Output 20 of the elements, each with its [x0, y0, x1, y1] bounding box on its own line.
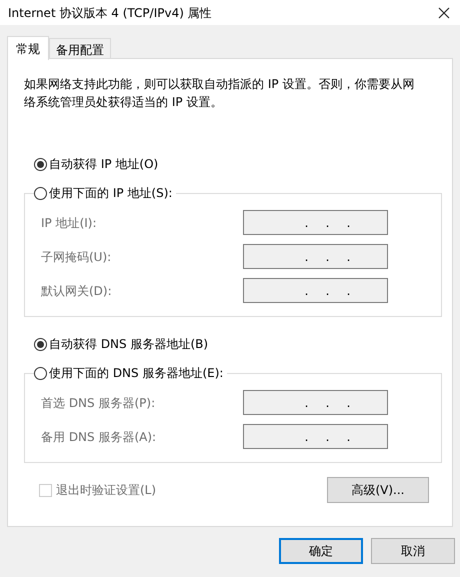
field-label: 默认网关(D):	[41, 282, 113, 300]
radio-icon[interactable]	[34, 338, 47, 350]
radio-icon[interactable]	[34, 186, 47, 200]
tab[interactable]: 常规	[7, 36, 49, 60]
radio-icon[interactable]	[34, 158, 47, 170]
advanced-button[interactable]: 高级(V)...	[327, 477, 429, 503]
window-title: Internet 协议版本 4 (TCP/IPv4) 属性	[8, 4, 212, 22]
dialog-button[interactable]: 取消	[371, 538, 455, 564]
radio-icon[interactable]	[34, 366, 47, 380]
field-label: 备用 DNS 服务器(A):	[41, 428, 158, 446]
checkbox: 退出时验证设置(L)	[39, 481, 156, 499]
radio-button[interactable]: 使用下面的 DNS 服务器地址(E):	[34, 364, 228, 382]
radio-button[interactable]: 使用下面的 IP 地址(S):	[34, 184, 176, 202]
close-icon[interactable]	[438, 6, 450, 18]
field-label: 子网掩码(U):	[41, 248, 112, 266]
dialog-button[interactable]: 确定	[279, 538, 363, 564]
field-label: 首选 DNS 服务器(P):	[41, 394, 156, 412]
field-label: IP 地址(I):	[41, 214, 98, 232]
tab[interactable]: 备用配置	[49, 38, 111, 59]
description-text: 如果网络支持此功能，则可以获取自动指派的 IP 设置。否则，你需要从网络系统管理员处获得适当的 IP 设置。	[24, 76, 416, 111]
